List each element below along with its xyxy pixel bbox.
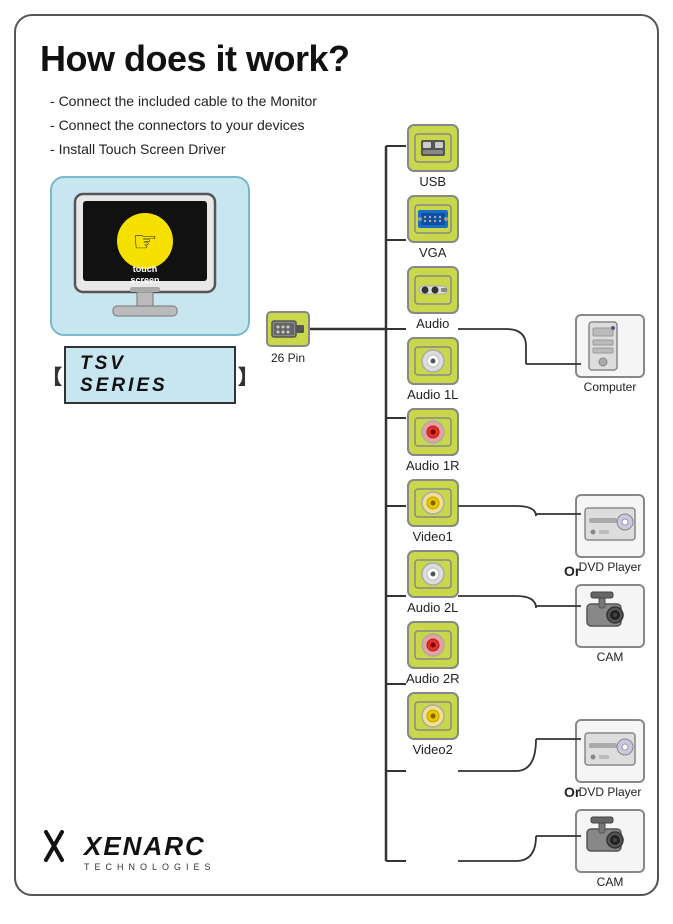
tsv-text: TSV SERIES (64, 346, 236, 404)
connector-video2: Video2 (406, 692, 459, 757)
connector-usb: USB (406, 124, 459, 189)
computer-icon (581, 320, 639, 372)
xenarc-icon (44, 830, 82, 862)
video1-label: Video1 (413, 529, 453, 544)
video1-icon (407, 479, 459, 527)
monitor-area: ☞ touch screen 【 TSV SERIES 】 (40, 176, 260, 404)
or-label-1: Or (564, 563, 580, 579)
audio-connector-icon (413, 272, 453, 308)
vga-label: VGA (419, 245, 446, 260)
xenarc-logo: XENARC TECHNOLOGIES (44, 830, 216, 872)
xenarc-brand: XENARC (44, 830, 206, 862)
connector-audio1r: Audio 1R (406, 408, 459, 473)
tsv-series-label: 【 TSV SERIES 】 (40, 346, 260, 404)
cam2-label: CAM (597, 875, 624, 889)
svg-text:touch: touch (133, 264, 158, 274)
device-cam2: CAM (575, 809, 645, 889)
or-label-2: Or (564, 784, 580, 800)
pin-icon (266, 311, 310, 347)
audio2l-connector-icon (413, 556, 453, 592)
audio-icon (407, 266, 459, 314)
pin-label: 26 Pin (271, 351, 305, 365)
audio2r-label: Audio 2R (406, 671, 459, 686)
audio2r-icon (407, 621, 459, 669)
video2-icon (407, 692, 459, 740)
monitor-box: ☞ touch screen (50, 176, 250, 336)
pin-connector-area: 26 Pin (266, 311, 310, 365)
audio1r-icon (407, 408, 459, 456)
audio-label: Audio (416, 316, 449, 331)
cam2-icon (581, 815, 639, 867)
cam1-icon-box (575, 584, 645, 648)
dvd2-icon-box (575, 719, 645, 783)
audio2r-connector-icon (413, 627, 453, 663)
connector-video1: Video1 (406, 479, 459, 544)
audio2l-label: Audio 2L (407, 600, 458, 615)
video2-connector-icon (413, 698, 453, 734)
instruction-3: Install Touch Screen Driver (40, 138, 633, 162)
cam1-label: CAM (597, 650, 624, 664)
dvd1-icon-box (575, 494, 645, 558)
audio1l-icon (407, 337, 459, 385)
pin-connector-icon (270, 315, 306, 343)
connector-audio: Audio (406, 266, 459, 331)
device-dvd2: DVD Player (575, 719, 645, 799)
audio1l-label: Audio 1L (407, 387, 458, 402)
device-dvd1: DVD Player (575, 494, 645, 574)
cam2-icon-box (575, 809, 645, 873)
dvd1-label: DVD Player (579, 560, 642, 574)
dvd2-icon (581, 725, 639, 777)
vga-connector-icon (413, 201, 453, 237)
device-computer: Computer (575, 314, 645, 394)
usb-icon (407, 124, 459, 172)
audio1r-label: Audio 1R (406, 458, 459, 473)
main-page: How does it work? Connect the included c… (14, 14, 659, 896)
instruction-1: Connect the included cable to the Monito… (40, 90, 633, 114)
cam1-icon (581, 590, 639, 642)
device-cam1: CAM (575, 584, 645, 664)
connector-audio2r: Audio 2R (406, 621, 459, 686)
connectors-column: USB (406, 124, 459, 763)
usb-label: USB (419, 174, 446, 189)
usb-connector-icon (413, 130, 453, 166)
connector-audio2l: Audio 2L (406, 550, 459, 615)
svg-text:screen: screen (130, 275, 159, 285)
instructions-list: Connect the included cable to the Monito… (40, 90, 633, 161)
video2-label: Video2 (413, 742, 453, 757)
connector-vga: VGA (406, 195, 459, 260)
computer-icon-box (575, 314, 645, 378)
xenarc-subtext: TECHNOLOGIES (84, 862, 216, 872)
video1-connector-icon (413, 485, 453, 521)
audio1l-connector-icon (413, 343, 453, 379)
dvd1-icon (581, 500, 639, 552)
instruction-2: Connect the connectors to your devices (40, 114, 633, 138)
dvd2-label: DVD Player (579, 785, 642, 799)
monitor-illustration: ☞ touch screen (65, 186, 235, 326)
vga-icon (407, 195, 459, 243)
computer-label: Computer (584, 380, 637, 394)
audio2l-icon (407, 550, 459, 598)
page-title: How does it work? (40, 38, 633, 80)
xenarc-text: XENARC (84, 831, 206, 862)
audio1r-connector-icon (413, 414, 453, 450)
connector-audio1l: Audio 1L (406, 337, 459, 402)
svg-text:☞: ☞ (132, 226, 157, 257)
